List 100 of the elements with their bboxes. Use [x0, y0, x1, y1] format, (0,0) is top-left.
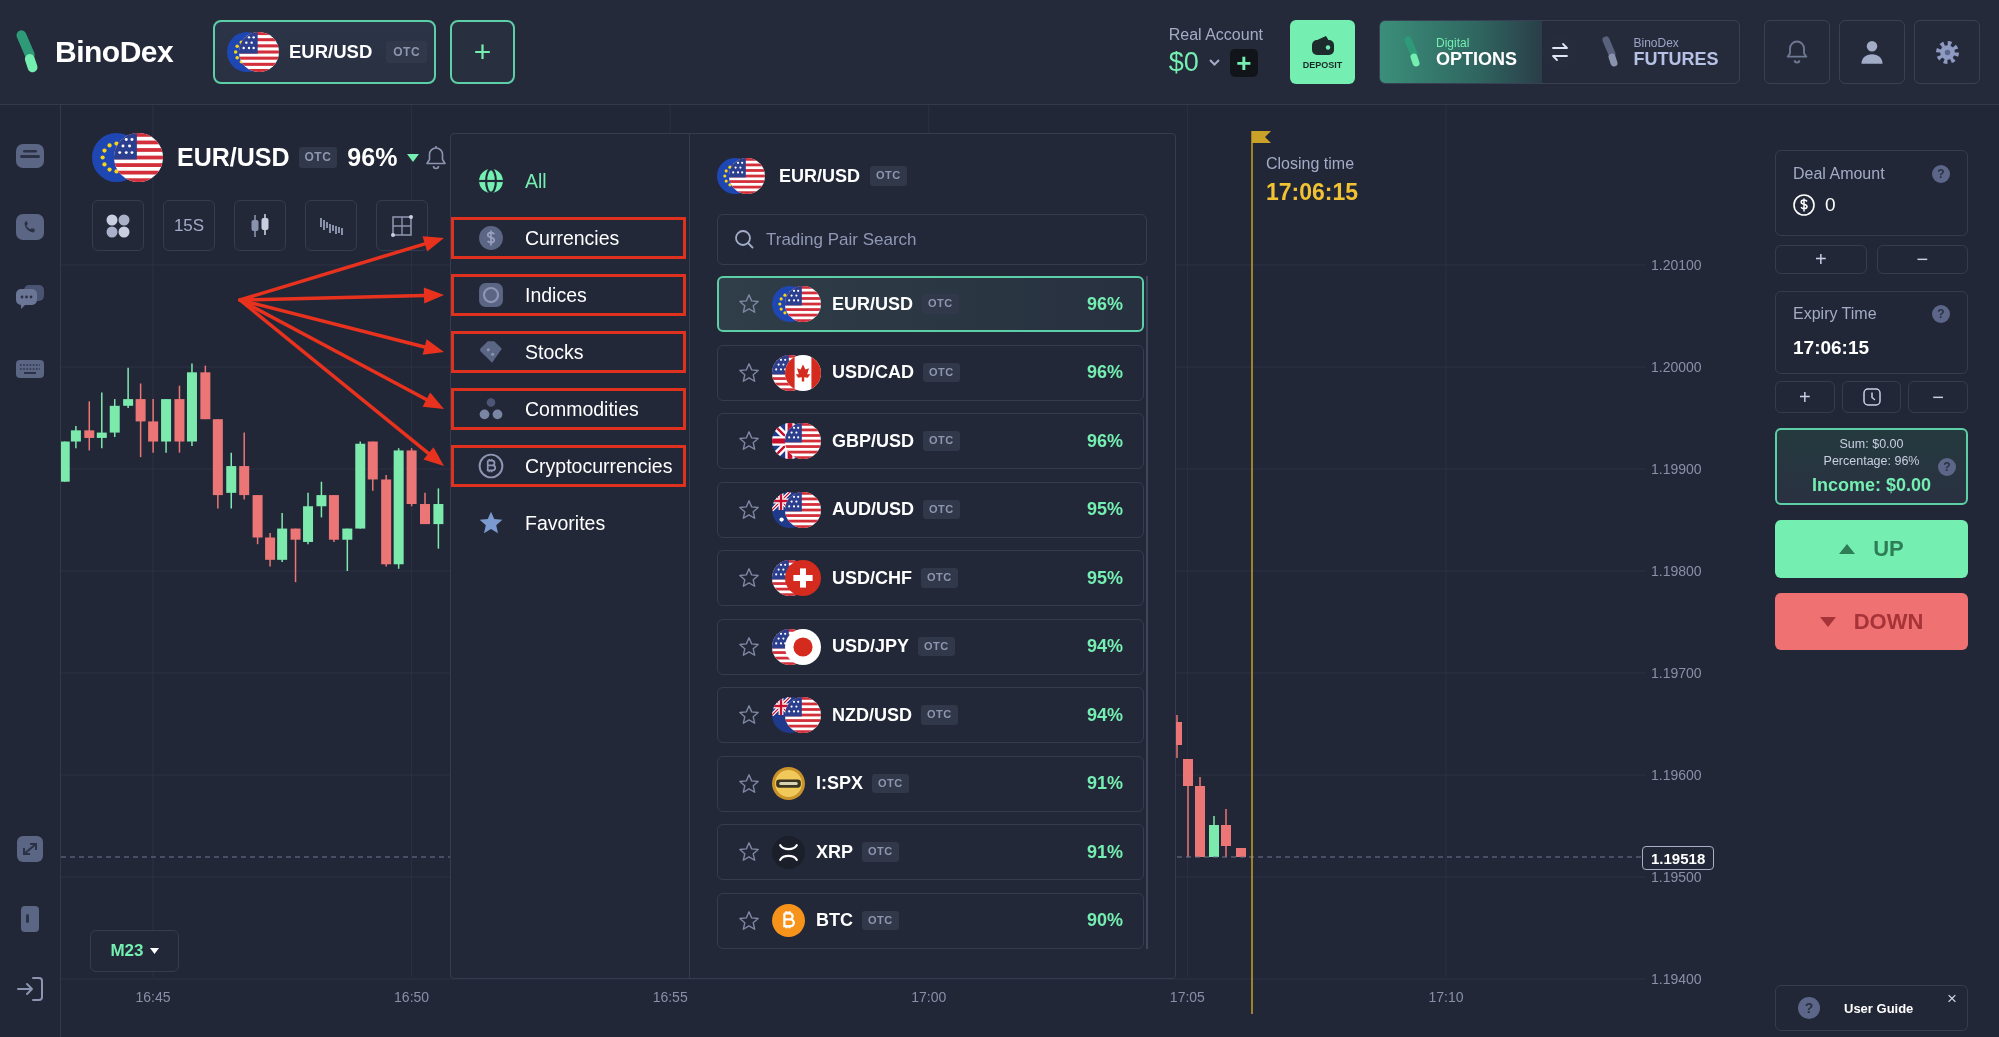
star-icon[interactable] — [738, 293, 760, 315]
sum-text: Sum: $0.00 — [1839, 437, 1904, 451]
price-label: 1.20100 — [1651, 256, 1702, 274]
profile-button[interactable] — [1839, 20, 1905, 84]
top-up-button[interactable]: + — [1229, 48, 1258, 77]
step-button[interactable]: + — [1775, 245, 1867, 274]
time-label: 16:50 — [393, 989, 431, 1005]
stack-icon[interactable] — [15, 142, 45, 170]
login-icon[interactable] — [15, 975, 45, 1003]
interval-button[interactable]: M23 — [90, 930, 179, 972]
star-icon[interactable] — [738, 361, 760, 384]
settings-button[interactable] — [1914, 20, 1980, 84]
category-item[interactable]: All — [451, 160, 686, 202]
ring-icon — [478, 282, 504, 308]
price-label: 1.19600 — [1651, 766, 1702, 784]
flags-icon — [92, 133, 163, 182]
clock-icon — [1862, 388, 1881, 406]
dollar-icon — [1793, 194, 1815, 216]
phone-icon[interactable] — [15, 213, 45, 241]
asset-row[interactable]: BTC OTC 90% — [717, 892, 1144, 949]
timeframe-button[interactable]: 15S — [163, 200, 215, 251]
step-button[interactable]: − — [1876, 245, 1968, 274]
price-label: 1.19900 — [1651, 460, 1702, 478]
chevron-icon[interactable] — [1207, 58, 1221, 67]
deposit-button[interactable]: DEPOSIT — [1290, 20, 1355, 84]
otc-tag: OTC — [386, 40, 428, 64]
help-icon: ? — [1798, 997, 1820, 1019]
flags-icon — [772, 628, 821, 665]
asset-row[interactable]: I:SPX OTC 91% — [717, 755, 1144, 812]
bitcoin-icon — [478, 453, 504, 479]
price-label: 1.19400 — [1651, 970, 1702, 988]
amount-input[interactable]: 0 — [1825, 194, 1905, 216]
grid-frame-icon — [389, 212, 415, 239]
step-button[interactable]: + — [1775, 381, 1835, 413]
search-field[interactable]: Trading Pair Search — [717, 214, 1147, 265]
flags-icon — [772, 354, 821, 391]
notifications-button[interactable] — [1764, 20, 1830, 84]
asset-row[interactable]: XRP OTC 91% — [717, 824, 1144, 880]
otc-tag: OTC — [870, 166, 907, 186]
four-dots-icon — [105, 212, 131, 239]
triangle-down-icon — [1819, 616, 1836, 627]
category-item[interactable]: Currencies — [451, 217, 686, 259]
category-item[interactable]: Commodities — [451, 388, 686, 430]
expand-icon[interactable] — [15, 835, 45, 863]
toolbar-button[interactable] — [92, 200, 144, 251]
expiry-time-value[interactable]: 17:06:15 — [1793, 337, 1950, 359]
star-icon[interactable] — [738, 635, 760, 658]
time-label: 17:10 — [1427, 989, 1465, 1005]
otc-tag: OTC — [872, 773, 909, 794]
pair-tab[interactable]: EUR/USD OTC — [213, 20, 436, 84]
pair-title: EUR/USD — [779, 165, 860, 187]
price-label: 1.20000 — [1651, 358, 1702, 376]
help-icon: ? — [1938, 457, 1956, 476]
bitcoin-icon — [772, 904, 805, 937]
pair-title[interactable]: EUR/USD — [177, 143, 290, 172]
otc-tag: OTC — [921, 705, 958, 725]
asset-row[interactable]: GBP/USD OTC 96% — [717, 413, 1144, 469]
scrollbar[interactable] — [1146, 276, 1148, 949]
search-icon — [734, 229, 754, 249]
caret-icon[interactable] — [407, 153, 420, 162]
timer-button[interactable] — [1841, 381, 1902, 413]
add-tab-button[interactable]: + — [450, 20, 515, 84]
asset-row[interactable]: USD/CAD OTC 96% — [717, 344, 1144, 401]
platform-tab[interactable]: BinoDex FUTURES — [1577, 21, 1739, 83]
flags-icon — [772, 560, 821, 596]
star-icon[interactable] — [738, 841, 760, 863]
otc-tag: OTC — [298, 147, 338, 168]
balance-text[interactable]: $0 — [1168, 47, 1199, 78]
toolbar-button[interactable] — [234, 200, 286, 251]
category-item[interactable]: Favorites — [451, 502, 686, 544]
otc-tag: OTC — [923, 431, 960, 451]
asset-row[interactable]: EUR/USD OTC 96% — [717, 276, 1144, 332]
account-label: Real Account — [1168, 26, 1263, 44]
platform-tab[interactable]: Digital OPTIONS — [1380, 21, 1542, 83]
wallet-icon — [1309, 34, 1336, 56]
star-icon[interactable] — [738, 704, 760, 726]
asset-row[interactable]: NZD/USD OTC 94% — [717, 687, 1144, 743]
tag-icon — [478, 339, 504, 365]
price-label: 1.19800 — [1651, 562, 1702, 580]
bell-icon[interactable] — [425, 144, 448, 171]
triangle-up-icon — [1839, 544, 1856, 554]
star-icon[interactable] — [738, 909, 760, 932]
toolbar-button[interactable] — [305, 200, 357, 251]
asset-row[interactable]: USD/CHF OTC 95% — [717, 550, 1144, 606]
star-icon[interactable] — [738, 772, 760, 795]
time-label: 17:05 — [1168, 989, 1206, 1005]
step-button[interactable]: − — [1908, 381, 1968, 413]
dollar-icon — [478, 225, 504, 251]
category-item[interactable]: Stocks — [451, 331, 686, 373]
category-item[interactable]: Indices — [451, 274, 686, 316]
asset-row[interactable]: AUD/USD OTC 95% — [717, 481, 1144, 538]
close-button[interactable]: × — [1945, 990, 1959, 1007]
star-icon[interactable] — [738, 567, 760, 589]
category-item[interactable]: Cryptocurrencies — [451, 445, 686, 487]
star-icon[interactable] — [738, 430, 760, 452]
otc-tag: OTC — [918, 636, 955, 657]
asset-row[interactable]: USD/JPY OTC 94% — [717, 618, 1144, 675]
user-guide-link[interactable]: User Guide — [1844, 1000, 1914, 1016]
star-icon[interactable] — [738, 498, 760, 521]
chat-icon[interactable] — [15, 284, 45, 312]
